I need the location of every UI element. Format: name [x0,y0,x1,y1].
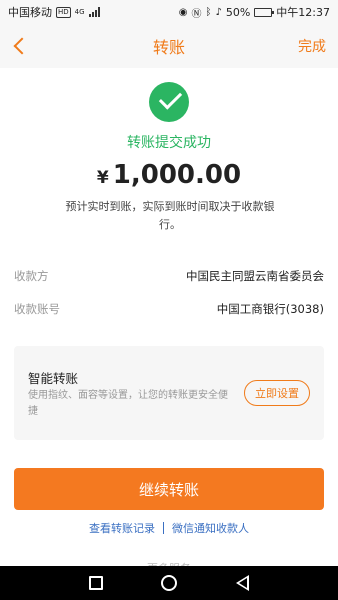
account-row: 收款账号 中国工商银行(3038) [14,301,324,317]
link-divider [163,522,164,534]
status-bar: 中国移动 HD 4G ◉ Ⓝ ᛒ ♪ 50% 中午12:37 [0,0,338,24]
arrival-hint: 预计实时到账，实际到账时间取决于收款银行。 [65,200,275,231]
payee-value: 中国民主同盟云南省委员会 [186,269,324,283]
footer-links: 查看转账记录 微信通知收款人 [0,520,338,536]
recent-apps-icon[interactable] [89,576,104,590]
notify-payee-link[interactable]: 微信通知收款人 [172,520,249,536]
hd-badge: HD [56,6,71,18]
carrier-name: 中国移动 [8,6,52,19]
payee-row: 收款方 中国民主同盟云南省委员会 [14,268,324,284]
payee-label: 收款方 [14,269,49,283]
page-title: 转账 [152,38,185,57]
success-status-text: 转账提交成功 [127,135,211,151]
signal-icon [88,7,100,17]
continue-transfer-button[interactable]: 继续转账 [14,468,324,510]
success-check-icon [149,82,189,122]
battery-icon [254,7,275,17]
smart-transfer-description: 使用指纹、面容等设置，让您的转账更安全便捷 [28,390,228,417]
amount-value: 1,000.00 [112,160,242,190]
currency-symbol: ¥ [96,168,109,188]
back-icon[interactable] [10,34,30,58]
back-triangle-icon[interactable] [235,575,249,591]
eye-icon: ◉ [178,6,188,18]
home-icon[interactable] [161,575,178,591]
battery-percent: 50% [225,5,251,19]
network-type: 4G [74,8,85,16]
setup-now-button[interactable]: 立即设置 [244,380,310,406]
done-button[interactable]: 完成 [298,36,326,56]
smart-transfer-title: 智能转账 [28,371,79,386]
status-bar-left: 中国移动 HD 4G [8,4,100,20]
bluetooth-icon: ᛒ [205,6,212,18]
account-value: 中国工商银行(3038) [216,302,324,316]
status-time: 中午12:37 [276,6,330,19]
mute-icon: ♪ [215,6,222,18]
nav-bar: 转账 完成 [0,24,338,68]
smart-transfer-card: 智能转账 使用指纹、面容等设置，让您的转账更安全便捷 立即设置 [14,346,324,440]
account-label: 收款账号 [14,302,60,316]
transfer-amount: ¥1,000.00 [0,160,338,190]
nfc-icon: Ⓝ [191,8,202,20]
status-bar-right: ◉ Ⓝ ᛒ ♪ 50% 中午12:37 [179,4,330,20]
system-nav-bar [0,566,338,600]
view-records-link[interactable]: 查看转账记录 [89,520,155,536]
